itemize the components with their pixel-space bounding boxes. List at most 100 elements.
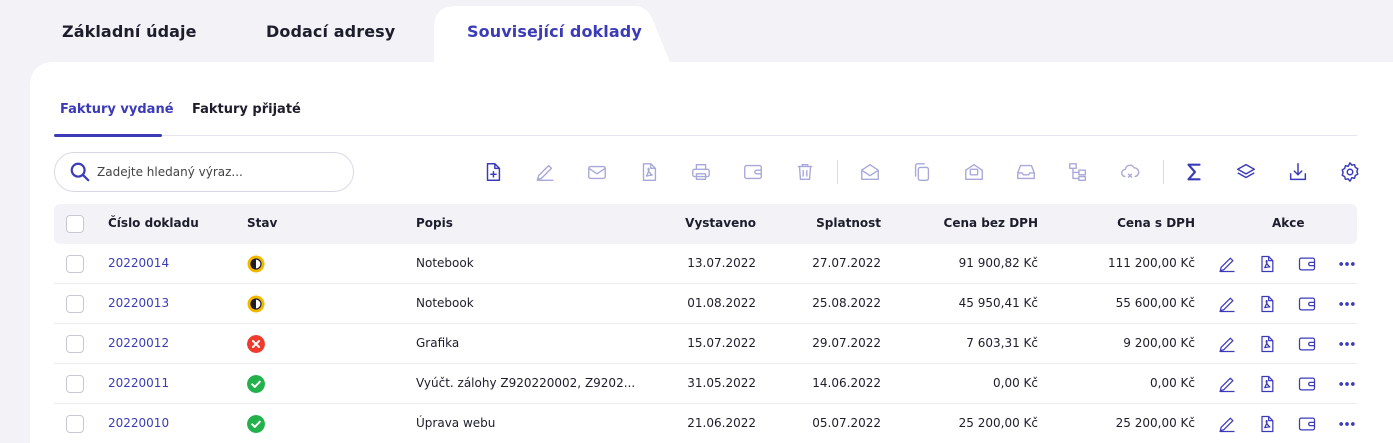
print-button[interactable] [688,159,714,185]
col-number-header[interactable]: Číslo dokladu [108,216,199,230]
row-more-button[interactable] [1336,413,1358,435]
row-pdf-button[interactable] [1256,253,1278,275]
col-description-header[interactable]: Popis [416,216,453,230]
edit-button[interactable] [532,159,558,185]
price-gross-cell: 25 200,00 Kč [1115,416,1195,430]
tab-basic-info[interactable]: Základní údaje [62,22,197,41]
wallet-icon [1298,297,1316,311]
inbox-button[interactable] [1013,159,1039,185]
due-date-cell: 05.07.2022 [812,416,881,430]
row-edit-button[interactable] [1216,333,1238,355]
search-input[interactable] [97,165,337,179]
row-payment-button[interactable] [1296,253,1318,275]
wallet-icon [1298,417,1316,431]
search-box[interactable] [54,152,354,192]
row-checkbox[interactable] [66,335,84,353]
hierarchy-button[interactable] [1065,159,1091,185]
export-button[interactable] [1285,159,1311,185]
delete-button[interactable] [792,159,818,185]
row-pdf-button[interactable] [1256,293,1278,315]
row-pdf-button[interactable] [1256,333,1278,355]
price-net-cell: 91 900,82 Kč [958,256,1038,270]
wallet-icon [1298,377,1316,391]
edit-icon [1219,377,1235,393]
edit-icon [1219,297,1235,313]
row-payment-button[interactable] [1296,333,1318,355]
toolbar-separator [837,160,838,184]
settings-button[interactable] [1337,159,1363,185]
tab-issued-invoices[interactable]: Faktury vydané [60,102,174,117]
table-row[interactable]: 20220014 Notebook 13.07.2022 27.07.2022 … [54,244,1357,284]
row-checkbox[interactable] [66,415,84,433]
row-payment-button[interactable] [1296,373,1318,395]
row-more-button[interactable] [1336,333,1358,355]
col-due-header[interactable]: Splatnost [816,216,881,230]
hierarchy-icon [1069,163,1087,181]
row-payment-button[interactable] [1296,413,1318,435]
row-payment-button[interactable] [1296,293,1318,315]
edit-icon [536,164,554,181]
copy-icon [914,163,930,181]
document-number-link[interactable]: 20220014 [108,256,169,270]
row-more-button[interactable] [1336,293,1358,315]
document-number-link[interactable]: 20220010 [108,416,169,430]
table-row[interactable]: 20220011 Vyúčt. zálohy Z920220002, Z9202… [54,364,1357,404]
send-mail-button[interactable] [584,159,610,185]
tab-related-documents[interactable]: Související doklady [467,22,642,41]
table-row[interactable]: 20220010 Úprava webu 21.06.2022 05.07.20… [54,404,1357,443]
col-status-header[interactable]: Stav [247,216,277,230]
copy-button[interactable] [909,159,935,185]
document-number-link[interactable]: 20220013 [108,296,169,310]
due-date-cell: 14.06.2022 [812,376,881,390]
open-mail-button[interactable] [857,159,883,185]
pdf-icon [1261,295,1274,313]
col-price-gross-header[interactable]: Cena s DPH [1117,216,1195,230]
row-edit-button[interactable] [1216,413,1238,435]
row-checkbox[interactable] [66,375,84,393]
row-more-button[interactable] [1336,373,1358,395]
select-all-checkbox[interactable] [66,215,84,233]
document-number-link[interactable]: 20220012 [108,336,169,350]
envelope-archive-icon [965,163,983,181]
issued-date-cell: 31.05.2022 [687,376,756,390]
cloud-sync-button[interactable] [1117,159,1143,185]
description-cell: Grafika [416,336,460,350]
pdf-icon [642,163,657,181]
settings-icon [1341,162,1359,182]
col-actions-header: Akce [1272,216,1305,230]
layers-icon [1237,163,1255,179]
row-more-button[interactable] [1336,253,1358,275]
layers-button[interactable] [1233,159,1259,185]
pdf-icon [1261,375,1274,393]
description-cell: Úprava webu [416,416,496,430]
price-gross-cell: 111 200,00 Kč [1108,256,1195,270]
tab-delivery-addresses[interactable]: Dodací adresy [266,22,395,41]
archive-mail-button[interactable] [961,159,987,185]
description-cell: Notebook [416,256,474,270]
row-pdf-button[interactable] [1256,413,1278,435]
row-pdf-button[interactable] [1256,373,1278,395]
table-row[interactable]: 20220013 Notebook 01.08.2022 25.08.2022 … [54,284,1357,324]
add-document-icon [486,163,501,181]
top-tabs: Základní údaje Dodací adresy Související… [0,0,1393,68]
document-number-link[interactable]: 20220011 [108,376,169,390]
price-gross-cell: 55 600,00 Kč [1115,296,1195,310]
pdf-button[interactable] [636,159,662,185]
col-issued-header[interactable]: Vystaveno [685,216,756,230]
row-edit-button[interactable] [1216,293,1238,315]
row-edit-button[interactable] [1216,253,1238,275]
col-price-net-header[interactable]: Cena bez DPH [944,216,1038,230]
row-checkbox[interactable] [66,255,84,273]
due-date-cell: 29.07.2022 [812,336,881,350]
download-icon [1289,163,1307,181]
row-checkbox[interactable] [66,295,84,313]
payment-button[interactable] [740,159,766,185]
sum-button[interactable] [1181,159,1207,185]
table-row[interactable]: 20220012 Grafika 15.07.2022 29.07.2022 7… [54,324,1357,364]
edit-icon [1219,337,1235,353]
row-edit-button[interactable] [1216,373,1238,395]
more-dots-icon [1339,262,1355,266]
pdf-icon [1261,335,1274,353]
add-document-button[interactable] [480,159,506,185]
tab-received-invoices[interactable]: Faktury přijaté [192,102,301,117]
